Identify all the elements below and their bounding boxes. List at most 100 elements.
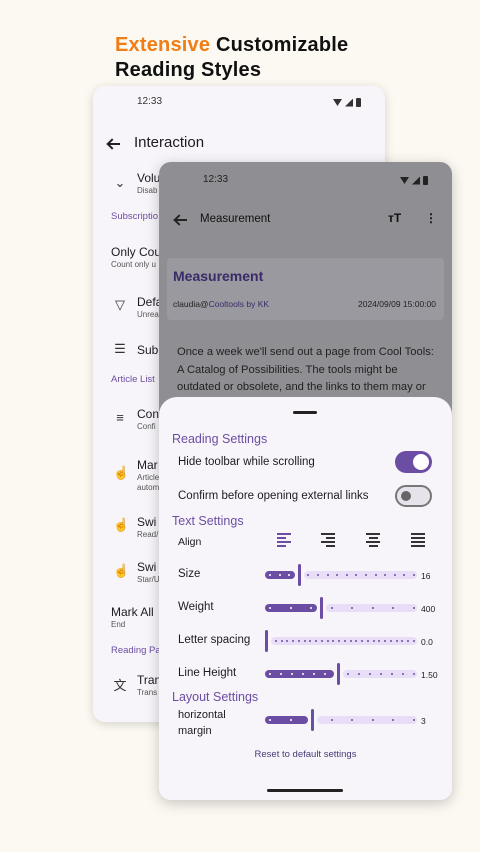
size-label: Size	[178, 568, 201, 580]
sort-lines-icon: ☰	[114, 341, 126, 356]
slider-tick	[280, 640, 283, 642]
slider-thumb[interactable]	[320, 597, 323, 619]
section-header: Subscriptio	[111, 211, 158, 222]
weight-label: Weight	[178, 601, 214, 613]
line-height-label: Line Height	[178, 667, 237, 679]
status-icons	[400, 176, 428, 185]
list-item[interactable]: Volu Disab	[137, 171, 160, 195]
slider-tick	[346, 673, 349, 675]
section-header: Reading Pa	[111, 645, 161, 656]
list-item[interactable]: Sub	[137, 343, 158, 357]
hide-toolbar-toggle[interactable]	[395, 451, 432, 473]
drag-handle[interactable]	[293, 411, 317, 414]
status-bar: 12:33	[159, 174, 452, 194]
article-author: claudia@Cooltools by KK	[173, 299, 270, 309]
slider-tick	[343, 640, 346, 642]
headline-accent: Extensive	[115, 34, 211, 56]
article-title: Measurement	[173, 268, 264, 284]
slider-thumb[interactable]	[265, 630, 268, 652]
slider-tick	[389, 640, 392, 642]
slider-tick	[326, 640, 329, 642]
slider-tick	[269, 719, 271, 721]
more-vert-icon[interactable]: ⋮	[425, 211, 437, 225]
slider-thumb[interactable]	[337, 663, 340, 685]
cellular-icon	[412, 176, 420, 185]
align-right-icon[interactable]	[321, 533, 335, 547]
slider-tick	[292, 640, 295, 642]
horizontal-margin-slider[interactable]	[265, 709, 417, 731]
weight-slider[interactable]	[265, 597, 417, 619]
slider-thumb[interactable]	[298, 564, 301, 586]
section-reading-settings: Reading Settings	[172, 432, 268, 446]
slider-tick	[374, 574, 377, 576]
dimmed-article: 12:33 Measurement ᴛT ⋮ Measurement claud…	[159, 162, 452, 422]
slider-tick	[413, 673, 415, 675]
align-justify-icon[interactable]	[411, 533, 425, 547]
slider-tick	[357, 673, 360, 675]
slider-tick	[345, 574, 348, 576]
slider-tick	[303, 640, 306, 642]
letter-spacing-label: Letter spacing	[178, 634, 251, 646]
align-left-icon[interactable]	[277, 533, 291, 547]
list-item[interactable]: Only Cou Count only u	[111, 245, 161, 269]
slider-tick	[413, 574, 415, 576]
slider-tick	[401, 673, 404, 675]
list-check-icon: ≡	[116, 410, 124, 425]
back-arrow-icon[interactable]	[174, 214, 188, 226]
status-icons	[333, 98, 361, 107]
slider-tick	[269, 673, 271, 675]
headline-line2: Reading Styles	[115, 59, 262, 81]
page-title: Interaction	[134, 134, 205, 151]
hide-toolbar-label: Hide toolbar while scrolling	[178, 456, 315, 468]
slider-tick	[393, 574, 396, 576]
line-height-slider[interactable]	[265, 663, 417, 685]
text-size-icon[interactable]: ᴛT	[388, 211, 401, 225]
reading-settings-sheet: Reading Settings Hide toolbar while scro…	[159, 397, 452, 800]
swipe-gesture-icon: ☝	[113, 563, 130, 578]
slider-tick	[330, 719, 333, 721]
slider-tick	[372, 640, 375, 642]
slider-tick	[320, 640, 323, 642]
slider-tick	[289, 719, 292, 721]
section-layout-settings: Layout Settings	[172, 690, 259, 704]
battery-icon	[423, 176, 428, 185]
list-item[interactable]: Swi Read/	[137, 515, 158, 539]
headline-rest: Customizable	[210, 34, 349, 56]
letter-spacing-slider[interactable]	[265, 630, 417, 652]
slider-tick	[371, 607, 374, 609]
swipe-gesture-icon: ☝	[113, 517, 130, 532]
gesture-navigation-bar	[267, 789, 343, 792]
slider-tick	[289, 607, 292, 609]
slider-tick	[413, 719, 415, 721]
size-value: 16	[421, 571, 431, 581]
slider-tick	[379, 673, 382, 675]
article-header-card: Measurement claudia@Cooltools by KK 2024…	[167, 258, 444, 320]
confirm-external-label: Confirm before opening external links	[178, 490, 369, 502]
slider-tick	[326, 574, 329, 576]
reset-default-button[interactable]: Reset to default settings	[159, 749, 452, 760]
slider-tick	[317, 574, 319, 576]
cellular-icon	[345, 98, 353, 107]
list-item[interactable]: Tran Trans	[137, 673, 161, 697]
back-arrow-icon[interactable]	[107, 138, 121, 150]
filter-icon: ▽	[115, 297, 125, 312]
line-height-value: 1.50	[421, 670, 438, 680]
confirm-external-toggle[interactable]	[395, 485, 432, 507]
double-chevron-down-icon: ⌄	[114, 175, 126, 190]
align-label: Align	[178, 536, 202, 548]
section-text-settings: Text Settings	[172, 514, 244, 528]
slider-tick	[371, 719, 374, 721]
wifi-icon	[333, 99, 342, 106]
slider-thumb[interactable]	[311, 709, 314, 731]
status-bar: 12:33	[93, 96, 385, 116]
slider-inactive-track	[304, 571, 417, 579]
slider-tick	[368, 673, 371, 675]
list-item[interactable]: Con Confi	[137, 407, 159, 431]
align-center-icon[interactable]	[366, 533, 380, 547]
list-item[interactable]: Swi Star/U	[137, 560, 160, 584]
size-slider[interactable]	[265, 564, 417, 586]
letter-spacing-value: 0.0	[421, 637, 433, 647]
weight-value: 400	[421, 604, 436, 614]
list-item[interactable]: Mark All End	[111, 605, 154, 629]
list-item[interactable]: Mar Article autom	[137, 458, 159, 492]
